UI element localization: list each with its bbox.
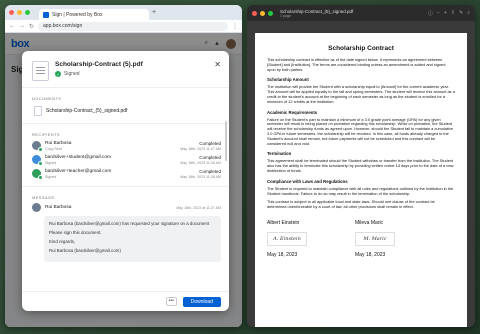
message-header: Rui Barbosa May 18th, 2023 at 11:27 AM (22, 200, 229, 212)
recipient-date: May 18th, 2023 11:28 AM (180, 161, 221, 165)
completed-check-icon (38, 161, 43, 166)
termination-paragraph: This agreement shall be terminated shoul… (267, 158, 454, 173)
recipient-state: Completed (199, 141, 221, 146)
signer-name: Albert Einstein (267, 219, 300, 226)
signature-image: A. Einstein (267, 231, 307, 246)
sender-avatar (32, 203, 41, 212)
recipient-date: May 18th, 2023 11:28 AM (180, 175, 221, 179)
maximize-window-button[interactable] (25, 10, 30, 15)
academic-paragraph: Failure on the Student's part to maintai… (267, 116, 453, 146)
recipient-name: bardsilver+student@gmail.com (45, 155, 112, 160)
tab-bar: Sign | Powered by Box ✕ + (5, 5, 242, 20)
new-tab-icon[interactable]: + (152, 9, 156, 16)
maximize-window-button[interactable] (268, 10, 273, 16)
section-heading: Compliance with Laws and Regulations (267, 178, 348, 184)
message-sender: Rui Barbosa (45, 205, 72, 210)
signature-area: Albert Einstein A. Einstein May 18, 2023… (267, 220, 455, 258)
address-bar-row: ← → ↻ app.box.com/sign ⋮ (5, 20, 242, 33)
browser-window: Sign | Powered by Box ✕ + ← → ↻ app.box.… (5, 5, 242, 327)
document-icon (32, 61, 49, 81)
recipient-row: bardsilver+teacher@gmail.com Signed Comp… (22, 165, 229, 180)
recipient-name: Rui Barbosa (45, 141, 72, 146)
browser-menu-icon[interactable]: ⋮ (232, 23, 238, 30)
signature-text: A. Einstein (273, 235, 301, 242)
recipient-state: Completed (199, 169, 221, 174)
signed-date: May 18, 2023 (355, 251, 386, 258)
section-heading: Academic Requirements (267, 109, 318, 115)
recipients-list: Rui Barbosa Copy Sent Completed May 18th… (22, 137, 229, 180)
signer-name: Mileva Maric (355, 219, 384, 226)
recipient-row: bardsilver+student@gmail.com Signed Comp… (22, 151, 229, 166)
divider (22, 123, 229, 124)
recipient-role: Copy Sent (45, 147, 62, 151)
message-line: Please sign this document. (49, 230, 102, 235)
document-details-modal: Scholarship-Contract (5).pdf ✓ Signed ✕ … (22, 51, 229, 311)
viewer-document-title: Scholarship-Contract_(5)_signed.pdf (280, 8, 354, 14)
zoom-out-icon[interactable]: − (437, 10, 440, 17)
viewer-page-count: 1 page (280, 13, 291, 18)
viewer-toolbar: Scholarship-Contract_(5)_signed.pdf 1 pa… (247, 5, 475, 21)
message-date: May 18th, 2023 at 11:27 AM (176, 206, 221, 210)
completed-check-icon (38, 175, 43, 180)
zoom-in-icon[interactable]: + (444, 10, 447, 17)
status-badge: ✓ Signed (55, 71, 143, 77)
forward-icon[interactable]: → (19, 23, 25, 29)
share-icon[interactable]: ⇪ (451, 10, 455, 17)
message-line: Kind regards, (49, 239, 76, 244)
completed-check-icon (38, 147, 43, 152)
close-window-button[interactable] (9, 10, 14, 15)
tab-title: Sign | Powered by Box (52, 11, 103, 18)
document-item[interactable]: Scholarship-Contract_(5)_signed.pdf (22, 101, 229, 116)
pdf-page: Scholarship Contract This scholarship co… (255, 33, 467, 327)
signature-image: M. Maric (355, 231, 395, 246)
document-file-name: Scholarship-Contract_(5)_signed.pdf (46, 108, 128, 114)
recipient-row: Rui Barbosa Copy Sent Completed May 18th… (22, 137, 229, 152)
section-heading: Scholarship Amount (267, 77, 309, 83)
signer-block: Mileva Maric M. Maric May 18, 2023 (355, 220, 435, 258)
modal-file-name: Scholarship-Contract (5).pdf (55, 61, 143, 68)
browser-tab[interactable]: Sign | Powered by Box ✕ (39, 9, 149, 20)
status-text: Signed (64, 71, 80, 77)
url-field[interactable]: app.box.com/sign (38, 21, 228, 31)
message-body: Rui Barbosa (bardsilver@gmail.com) has r… (44, 216, 221, 262)
intro-paragraph: This scholarship contract is effective a… (267, 57, 446, 72)
amount-paragraph: The Institution will provide the Student… (267, 84, 455, 104)
recipient-state: Completed (199, 155, 221, 160)
modal-scrollbar[interactable] (225, 121, 227, 161)
recipient-role: Signed (45, 161, 57, 165)
minimize-window-button[interactable] (17, 10, 22, 15)
message-line: Rui Barbosa (bardsilver@gmail.com) has r… (49, 221, 210, 226)
recipient-role: Signed (45, 175, 57, 179)
compliance-paragraph: The Student is required to maintain comp… (267, 185, 454, 196)
minimize-window-button[interactable] (260, 10, 265, 16)
close-window-button[interactable] (252, 10, 257, 16)
recipient-date: May 18th, 2023 11:27 AM (180, 147, 221, 151)
message-line: Rui Barbosa (bardsilver@gmail.com) (49, 248, 121, 253)
divider (22, 186, 229, 187)
search-icon[interactable]: ⌕ (467, 10, 470, 17)
recipient-avatar (32, 169, 43, 180)
recipient-avatar (32, 141, 43, 152)
modal-header: Scholarship-Contract (5).pdf ✓ Signed ✕ (22, 51, 229, 88)
more-options-button[interactable]: ••• (165, 297, 177, 306)
signature-text: M. Maric (363, 235, 387, 242)
download-button[interactable]: Download (182, 296, 221, 307)
check-icon: ✓ (55, 71, 61, 77)
box-favicon-icon (43, 11, 49, 18)
section-heading: Termination (267, 151, 292, 157)
back-icon[interactable]: ← (9, 23, 15, 29)
recipient-name: bardsilver+teacher@gmail.com (45, 169, 112, 174)
file-icon (34, 106, 42, 116)
signed-date: May 18, 2023 (267, 251, 298, 258)
recipient-avatar (32, 155, 43, 166)
signer-block: Albert Einstein A. Einstein May 18, 2023 (267, 220, 347, 258)
pdf-viewer-window: Scholarship-Contract_(5)_signed.pdf 1 pa… (247, 5, 475, 327)
contract-title: Scholarship Contract (328, 45, 394, 52)
close-icon[interactable]: ✕ (214, 61, 221, 69)
modal-footer: ••• Download (22, 291, 229, 311)
markup-icon[interactable]: ✎ (459, 10, 463, 17)
reload-icon[interactable]: ↻ (29, 23, 34, 30)
law-paragraph: This contract is subject to all applicab… (267, 199, 435, 210)
info-icon[interactable]: ⓘ (428, 10, 433, 17)
